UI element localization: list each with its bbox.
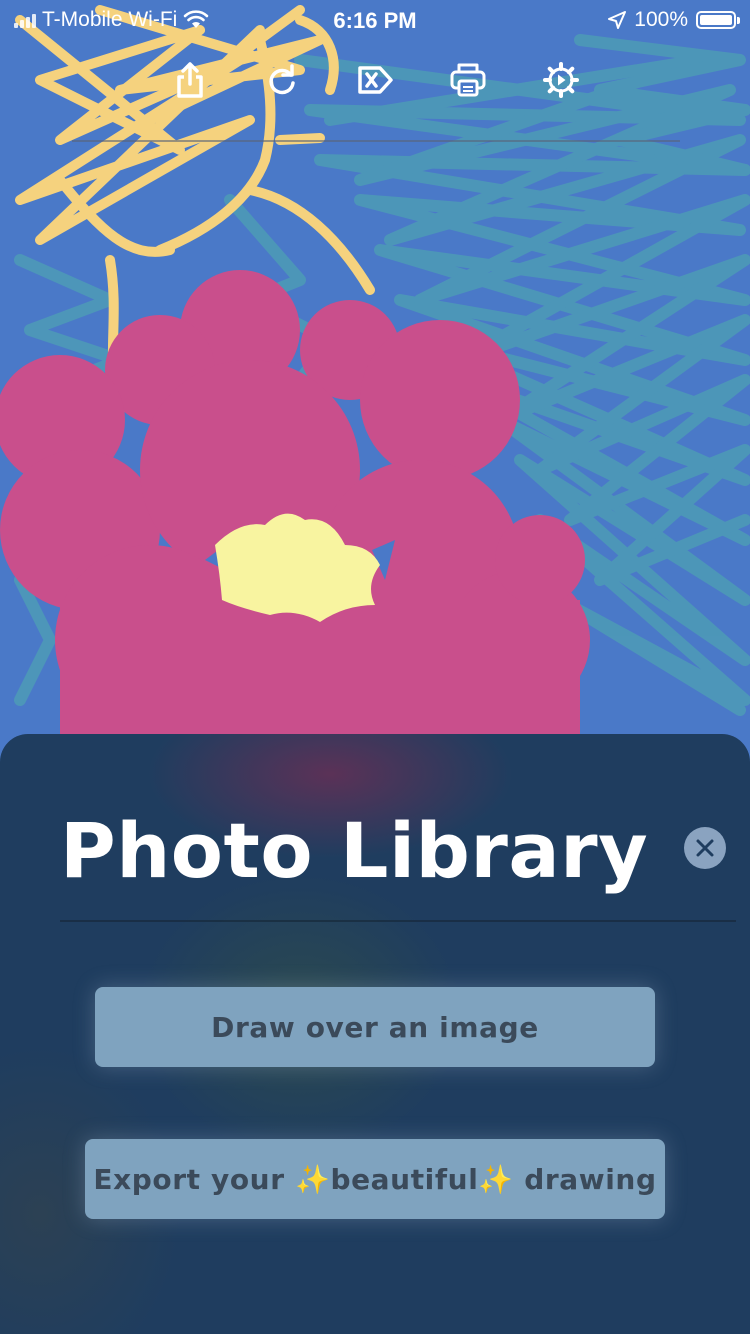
close-icon	[696, 839, 714, 857]
settings-button[interactable]	[539, 58, 583, 102]
draw-over-image-label: Draw over an image	[211, 1010, 539, 1044]
toolbar-divider	[72, 140, 680, 142]
toolbar	[0, 58, 750, 102]
location-arrow-icon	[608, 11, 627, 29]
share-icon	[177, 62, 203, 98]
share-button[interactable]	[168, 58, 212, 102]
export-drawing-button[interactable]: Export your ✨beautiful✨ drawing	[85, 1139, 665, 1219]
clear-icon	[358, 66, 393, 94]
settings-icon	[543, 62, 579, 98]
sheet-title: Photo Library	[60, 806, 649, 895]
print-icon	[450, 63, 486, 97]
print-button[interactable]	[446, 58, 490, 102]
draw-over-image-button[interactable]: Draw over an image	[95, 987, 655, 1067]
redo-button[interactable]	[260, 58, 304, 102]
status-right: 100%	[608, 8, 740, 32]
battery-icon	[696, 11, 740, 29]
close-button[interactable]	[684, 827, 726, 869]
status-bar: T-Mobile Wi-Fi 6:16 PM 100%	[0, 0, 750, 40]
clear-button[interactable]	[353, 58, 397, 102]
sheet-divider	[60, 920, 736, 922]
battery-percent: 100%	[634, 8, 688, 31]
export-drawing-label: Export your ✨beautiful✨ drawing	[93, 1162, 657, 1196]
redo-icon	[269, 64, 295, 95]
photo-library-sheet: Photo Library Draw over an image Export …	[0, 734, 750, 1334]
